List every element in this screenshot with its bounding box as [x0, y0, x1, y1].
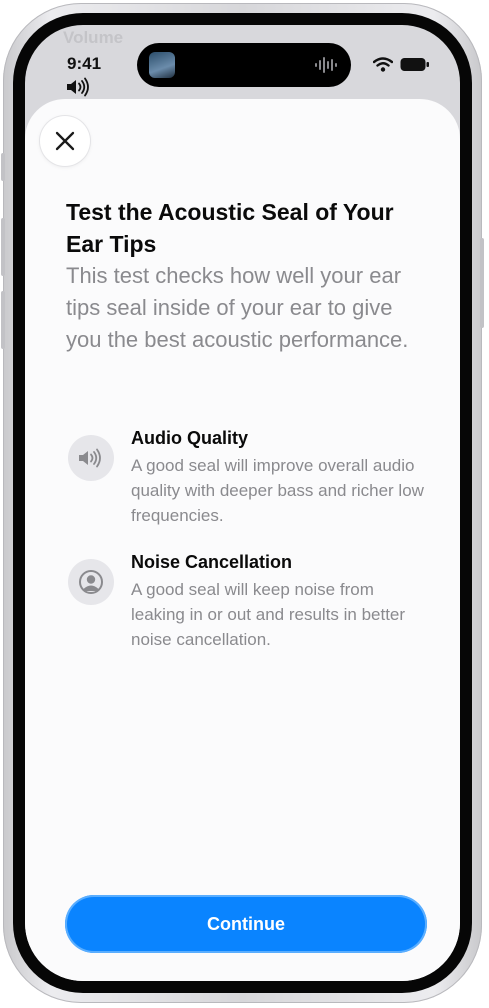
modal-sheet: Test the Acoustic Seal of Your Ear Tips …: [25, 99, 460, 981]
feature-description: A good seal will improve overall audio q…: [131, 456, 424, 525]
background-volume-label: Volume: [63, 28, 124, 47]
volume-down-button: [1, 291, 5, 349]
audio-waveform-icon: [315, 57, 337, 73]
dynamic-island[interactable]: [137, 43, 351, 87]
sheet-subtitle: This test checks how well your ear tips …: [66, 263, 409, 352]
continue-button[interactable]: Continue: [65, 895, 427, 953]
feature-description: A good seal will keep noise from leaking…: [131, 580, 406, 649]
wifi-icon: [373, 57, 393, 72]
status-time: 9:41: [67, 54, 102, 73]
feature-title: Audio Quality: [131, 428, 248, 448]
person-silhouette-icon: [68, 559, 114, 605]
speaker-wave-icon: [68, 435, 114, 481]
phone-frame: Volume 9:41 Test the Acoustic Seal of Yo…: [1, 3, 484, 1003]
battery-icon: [400, 58, 429, 71]
now-playing-artwork: [149, 52, 175, 78]
side-button: [480, 238, 484, 328]
screen: Volume 9:41 Test the Acoustic Seal of Yo…: [25, 25, 460, 981]
volume-up-button: [1, 218, 5, 276]
close-button[interactable]: [40, 116, 90, 166]
status-volume-icon: [67, 77, 89, 97]
action-button: [1, 153, 5, 181]
xmark-icon: [55, 131, 75, 151]
feature-title: Noise Cancellation: [131, 552, 293, 572]
phone-bezel: Volume 9:41 Test the Acoustic Seal of Yo…: [13, 13, 472, 993]
sheet-title: Test the Acoustic Seal of Your Ear Tips: [66, 199, 394, 257]
